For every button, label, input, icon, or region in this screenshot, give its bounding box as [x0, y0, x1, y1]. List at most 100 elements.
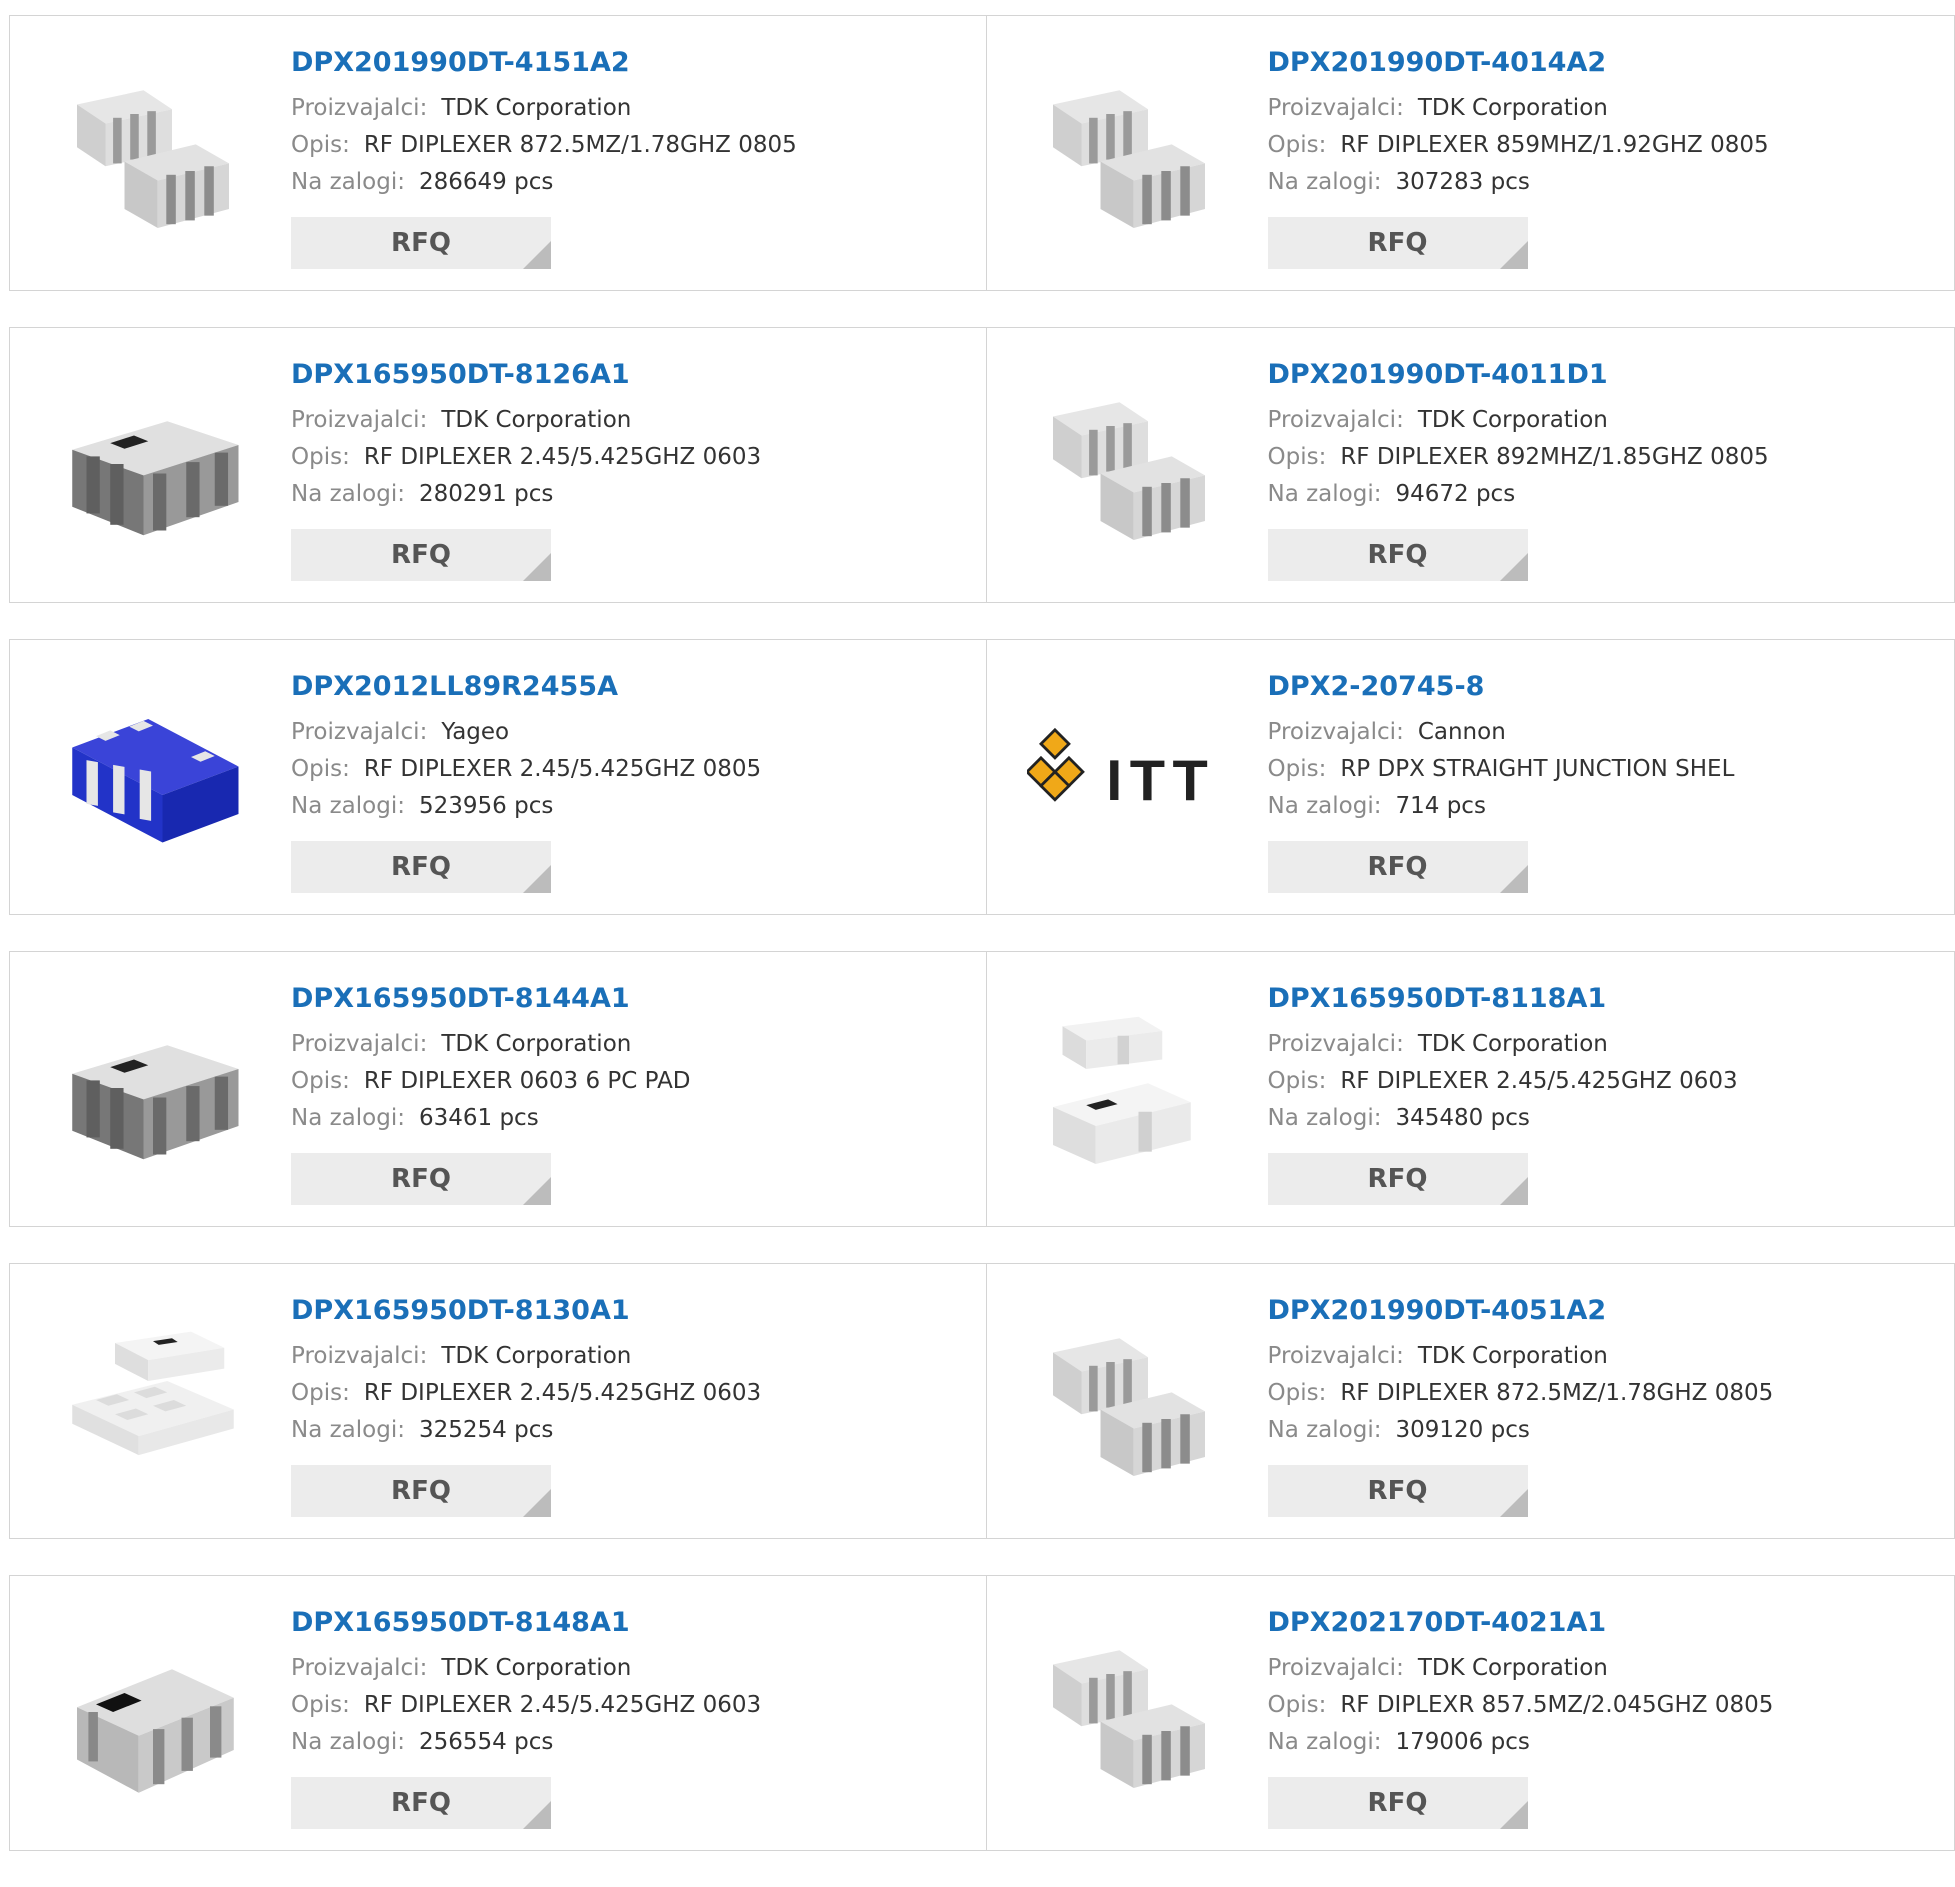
rfq-label: RFQ — [391, 1164, 451, 1194]
stock-label: Na zalogi: — [291, 169, 405, 195]
product-image[interactable] — [50, 364, 255, 564]
product-card: DPX201990DT-4011D1 Proizvajalci: TDK Corp… — [987, 327, 1955, 603]
stock-line: Na zalogi:325254 pcs — [291, 1412, 761, 1449]
stock-value: 309120 pcs — [1395, 1417, 1529, 1443]
product-image[interactable] — [1027, 988, 1232, 1188]
product-title-link[interactable]: DPX165950DT-8130A1 — [291, 1294, 761, 1328]
stock-line: Na zalogi:179006 pcs — [1268, 1724, 1774, 1761]
manufacturer-value: TDK Corporation — [1418, 407, 1608, 433]
product-title-link[interactable]: DPX165950DT-8148A1 — [291, 1606, 761, 1640]
product-image[interactable] — [50, 1612, 255, 1812]
product-title-link[interactable]: DPX2-20745-8 — [1268, 670, 1735, 704]
product-title-link[interactable]: DPX201990DT-4151A2 — [291, 46, 797, 80]
product-image[interactable] — [1027, 364, 1232, 564]
description-label: Opis: — [291, 1068, 350, 1094]
product-image[interactable] — [50, 52, 255, 252]
corner-triangle-icon — [1500, 1801, 1528, 1829]
manufacturer-label: Proizvajalci: — [1268, 1031, 1404, 1057]
manufacturer-label: Proizvajalci: — [291, 1655, 427, 1681]
rfq-button[interactable]: RFQ — [1268, 1153, 1528, 1205]
description-value: RP DPX STRAIGHT JUNCTION SHEL — [1340, 756, 1734, 782]
product-card: DPX165950DT-8130A1 Proizvajalci:TDK Corp… — [9, 1263, 987, 1539]
manufacturer-value: Yageo — [441, 719, 509, 745]
rfq-label: RFQ — [391, 540, 451, 570]
product-row: DPX165950DT-8148A1 Proizvajalci:TDK Corp… — [9, 1575, 1955, 1851]
rfq-label: RFQ — [1368, 1476, 1428, 1506]
product-title-link[interactable]: DPX2012LL89R2455A — [291, 670, 761, 704]
product-title-link[interactable]: DPX165950DT-8144A1 — [291, 982, 691, 1016]
manufacturer-label: Proizvajalci: — [1268, 1655, 1404, 1681]
manufacturer-line: Proizvajalci: Yageo — [291, 714, 761, 751]
product-card: DPX201990DT-4151A2 Proizvajalci:TDK Corp… — [9, 15, 987, 291]
manufacturer-line: Proizvajalci:TDK Corporation — [291, 1026, 691, 1063]
stock-label: Na zalogi: — [291, 793, 405, 819]
corner-triangle-icon — [523, 865, 551, 893]
rfq-label: RFQ — [1368, 228, 1428, 258]
product-title-link[interactable]: DPX202170DT-4021A1 — [1268, 1606, 1774, 1640]
corner-triangle-icon — [1500, 865, 1528, 893]
product-image[interactable] — [1027, 52, 1232, 252]
stock-value: 286649 pcs — [419, 169, 553, 195]
description-value: RF DIPLEXER 2.45/5.425GHZ 0603 — [364, 1692, 761, 1718]
rfq-button[interactable]: RFQ — [291, 841, 551, 893]
description-line: Opis: RF DIPLEXER 0603 6 PC PAD — [291, 1063, 691, 1100]
product-title-link[interactable]: DPX165950DT-8126A1 — [291, 358, 761, 392]
product-image[interactable] — [1027, 1612, 1232, 1812]
rfq-button[interactable]: RFQ — [291, 1777, 551, 1829]
rfq-button[interactable]: RFQ — [291, 217, 551, 269]
product-title-link[interactable]: DPX165950DT-8118A1 — [1268, 982, 1738, 1016]
stock-value: 280291 pcs — [419, 481, 553, 507]
product-title-link[interactable]: DPX201990DT-4011D1 — [1268, 358, 1769, 392]
stock-line: Na zalogi:94672 pcs — [1268, 476, 1769, 513]
manufacturer-label: Proizvajalci: — [1268, 95, 1404, 121]
manufacturer-label: Proizvajalci: — [291, 719, 427, 745]
stock-label: Na zalogi: — [1268, 1417, 1382, 1443]
manufacturer-line: Proizvajalci:TDK Corporation — [291, 402, 761, 439]
product-image[interactable] — [50, 1300, 255, 1500]
corner-triangle-icon — [1500, 241, 1528, 269]
product-card: DPX202170DT-4021A1 Proizvajalci:TDK Corp… — [987, 1575, 1955, 1851]
rfq-button[interactable]: RFQ — [1268, 1777, 1528, 1829]
rfq-button[interactable]: RFQ — [1268, 217, 1528, 269]
svg-text:ITT: ITT — [1106, 748, 1215, 812]
rfq-button[interactable]: RFQ — [291, 1153, 551, 1205]
rfq-button[interactable]: RFQ — [291, 1465, 551, 1517]
product-info: DPX202170DT-4021A1 Proizvajalci:TDK Corp… — [1268, 1606, 1774, 1761]
manufacturer-value: TDK Corporation — [1418, 1343, 1608, 1369]
product-image[interactable] — [1027, 1300, 1232, 1500]
rfq-button[interactable]: RFQ — [291, 529, 551, 581]
manufacturer-line: Proizvajalci: TDK Corporation — [1268, 402, 1769, 439]
description-label: Opis: — [1268, 132, 1327, 158]
stock-value: 256554 pcs — [419, 1729, 553, 1755]
corner-triangle-icon — [523, 241, 551, 269]
manufacturer-line: Proizvajalci:TDK Corporation — [1268, 1338, 1774, 1375]
product-row: DPX165950DT-8130A1 Proizvajalci:TDK Corp… — [9, 1263, 1955, 1539]
product-title-link[interactable]: DPX201990DT-4014A2 — [1268, 46, 1769, 80]
product-title-link[interactable]: DPX201990DT-4051A2 — [1268, 1294, 1774, 1328]
rfq-button[interactable]: RFQ — [1268, 1465, 1528, 1517]
manufacturer-line: Proizvajalci: TDK Corporation — [1268, 90, 1769, 127]
corner-triangle-icon — [523, 1801, 551, 1829]
product-card: DPX165950DT-8144A1 Proizvajalci:TDK Corp… — [9, 951, 987, 1227]
product-info: DPX201990DT-4051A2 Proizvajalci:TDK Corp… — [1268, 1294, 1774, 1449]
description-label: Opis: — [291, 1380, 350, 1406]
corner-triangle-icon — [1500, 1177, 1528, 1205]
description-value: RF DIPLEXER 2.45/5.425GHZ 0805 — [364, 756, 761, 782]
rfq-label: RFQ — [1368, 540, 1428, 570]
rfq-button[interactable]: RFQ — [1268, 841, 1528, 893]
product-image[interactable] — [50, 988, 255, 1188]
stock-line: Na zalogi:63461 pcs — [291, 1100, 691, 1137]
description-value: RF DIPLEXER 0603 6 PC PAD — [364, 1068, 691, 1094]
rfq-button[interactable]: RFQ — [1268, 529, 1528, 581]
stock-line: Na zalogi:714 pcs — [1268, 788, 1735, 825]
manufacturer-label: Proizvajalci: — [1268, 407, 1404, 433]
product-info: DPX2-20745-8 Proizvajalci:Cannon Opis:RP… — [1268, 670, 1735, 825]
corner-triangle-icon — [523, 553, 551, 581]
stock-label: Na zalogi: — [291, 1729, 405, 1755]
product-image[interactable] — [50, 676, 255, 876]
description-line: Opis:RF DIPLEXER 2.45/5.425GHZ 0603 — [291, 1687, 761, 1724]
product-image[interactable]: ITT — [1027, 676, 1232, 876]
description-value: RF DIPLEXER 2.45/5.425GHZ 0603 — [364, 444, 761, 470]
manufacturer-value: TDK Corporation — [1418, 95, 1608, 121]
description-line: Opis:RF DIPLEXR 857.5MZ/2.045GHZ 0805 — [1268, 1687, 1774, 1724]
